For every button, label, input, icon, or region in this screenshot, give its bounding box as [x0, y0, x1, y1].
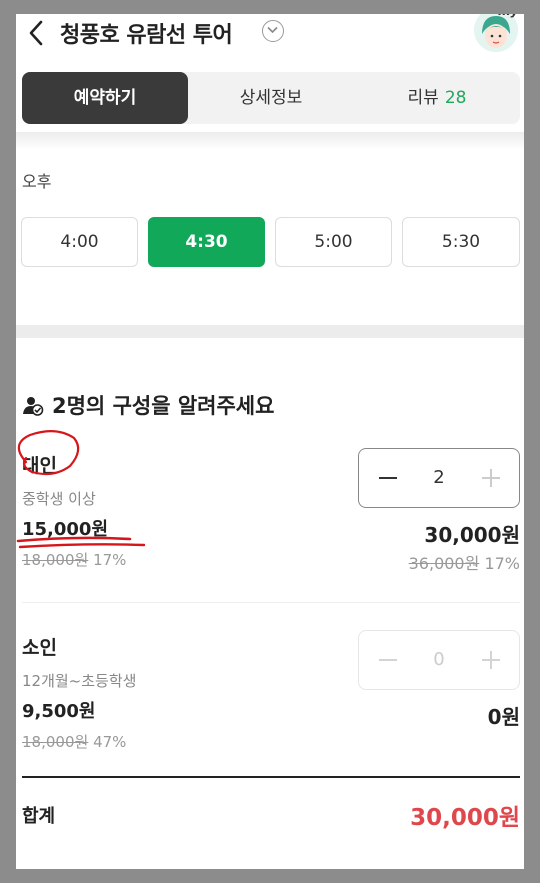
- adult-price: 15,000원: [22, 519, 109, 540]
- my-badge: my: [498, 14, 518, 18]
- total-label: 합계: [22, 806, 56, 827]
- child-orig-price-line: 18,000원 47%: [22, 731, 126, 752]
- row-divider: [22, 602, 520, 603]
- adult-label: 대인: [22, 455, 57, 477]
- adult-quantity: 2: [433, 467, 445, 488]
- adult-orig-price-line: 18,000원 17%: [22, 549, 126, 570]
- app-header: 청풍호 유람선 투어 my: [16, 14, 524, 74]
- adult-desc: 중학생 이상: [22, 490, 96, 508]
- child-desc: 12개월~초등학생: [22, 672, 137, 690]
- minus-icon[interactable]: [376, 648, 400, 672]
- child-discount: 47%: [93, 733, 127, 751]
- child-orig-price: 18,000원: [22, 733, 89, 751]
- minus-icon[interactable]: [376, 466, 400, 490]
- time-slot-4-30[interactable]: 4:30: [148, 217, 265, 267]
- tab-reviews[interactable]: 리뷰 28: [354, 72, 520, 124]
- adult-total-orig: 36,000원: [408, 554, 480, 573]
- adult-total-orig-line: 36,000원 17%: [409, 550, 520, 574]
- review-count: 28: [444, 88, 467, 108]
- section-divider: [16, 325, 524, 338]
- booking-screen: 청풍호 유람선 투어 my 예약하기 상세정보: [16, 14, 524, 869]
- adult-orig-price: 18,000원: [22, 551, 89, 569]
- time-slot-5-00[interactable]: 5:00: [275, 217, 392, 267]
- tab-details[interactable]: 상세정보: [188, 72, 354, 124]
- total-value: 30,000원: [410, 805, 520, 831]
- adult-discount: 17%: [93, 551, 127, 569]
- plus-icon[interactable]: [479, 466, 503, 490]
- child-price: 9,500원: [22, 701, 96, 722]
- back-arrow-icon[interactable]: [24, 18, 48, 48]
- adult-quantity-stepper: 2: [358, 448, 520, 508]
- people-section-title: 2명의 구성을 알려주세요: [22, 390, 274, 421]
- total-divider: [22, 776, 520, 778]
- avatar[interactable]: [474, 14, 518, 52]
- adult-total-discount: 17%: [484, 554, 520, 573]
- child-label: 소인: [22, 637, 57, 659]
- child-quantity: 0: [433, 649, 445, 670]
- time-slot-4-00[interactable]: 4:00: [21, 217, 138, 267]
- page-title: 청풍호 유람선 투어: [60, 23, 233, 48]
- adult-total: 30,000원: [424, 523, 520, 547]
- header-shadow: [16, 132, 524, 150]
- plus-icon[interactable]: [479, 648, 503, 672]
- tab-booking[interactable]: 예약하기: [22, 72, 188, 124]
- child-total: 0원: [487, 705, 520, 729]
- time-period-label: 오후: [22, 172, 52, 191]
- chevron-down-icon[interactable]: [262, 20, 284, 42]
- time-slot-5-30[interactable]: 5:30: [402, 217, 520, 267]
- people-check-icon: [22, 396, 44, 421]
- tab-bar: 예약하기 상세정보 리뷰 28: [22, 72, 520, 124]
- child-quantity-stepper: 0: [358, 630, 520, 690]
